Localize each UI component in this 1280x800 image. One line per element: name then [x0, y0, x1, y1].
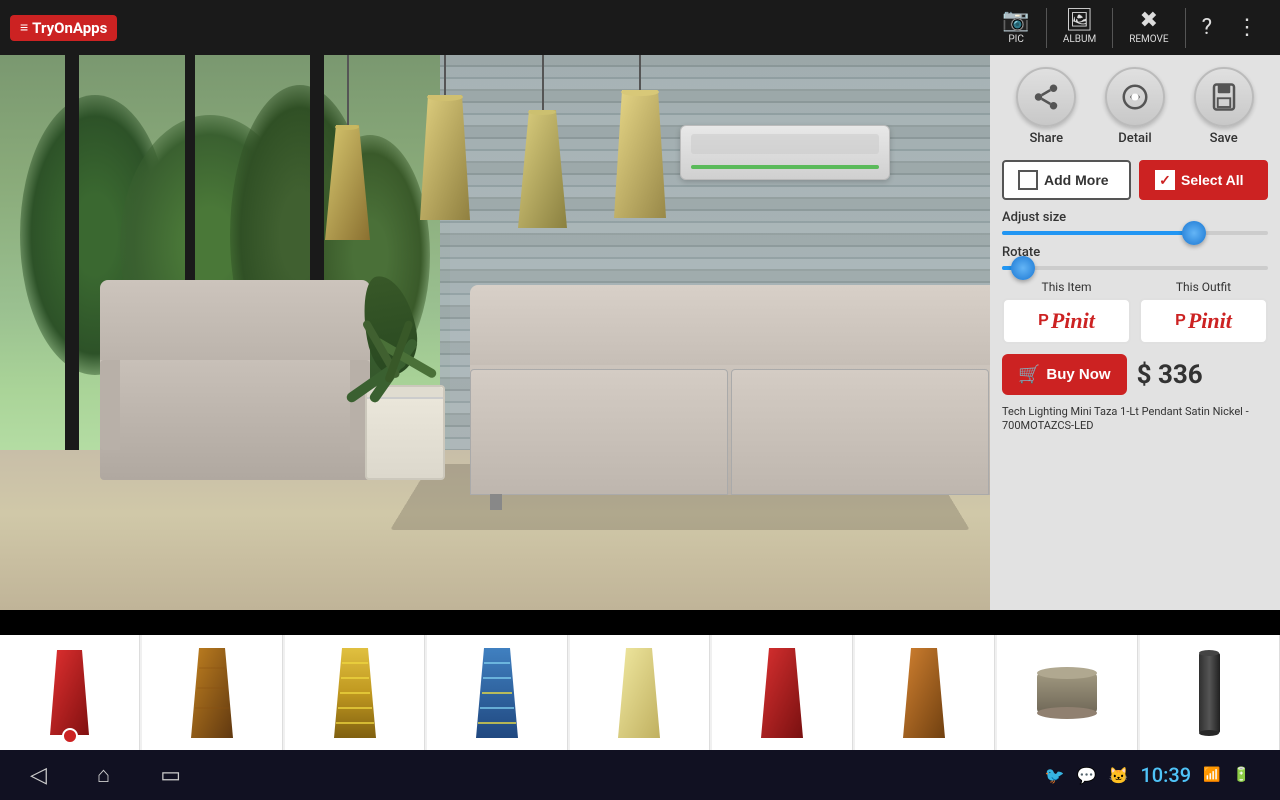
- pinit-item-button[interactable]: P Pinit: [1002, 298, 1131, 344]
- album-button[interactable]: 🖼 ALBUM: [1051, 6, 1108, 49]
- pinit-item-section: This Item P Pinit: [1002, 280, 1131, 344]
- wifi-icon: 📶: [1203, 767, 1220, 783]
- this-item-label: This Item: [1042, 280, 1092, 294]
- home-button[interactable]: ⌂: [97, 762, 110, 788]
- menu-icon: ≡: [20, 19, 28, 36]
- thumb-2[interactable]: [142, 635, 282, 750]
- thumb-1[interactable]: [0, 635, 140, 750]
- action-row: Share Detail Save: [1002, 67, 1268, 146]
- plant: [350, 385, 460, 480]
- thumb-4[interactable]: [427, 635, 567, 750]
- thumb-5[interactable]: [570, 635, 710, 750]
- select-all-label: Select All: [1181, 172, 1244, 188]
- adjust-size-fill: [1002, 231, 1194, 235]
- add-more-button[interactable]: Add More: [1002, 160, 1131, 200]
- pendant-3[interactable]: [515, 55, 570, 228]
- pinit-outfit-section: This Outfit P Pinit: [1139, 280, 1268, 344]
- thumb-9[interactable]: [1140, 635, 1280, 750]
- album-label: ALBUM: [1063, 34, 1096, 45]
- pendant-4[interactable]: [610, 55, 670, 218]
- more-icon: ⋮: [1236, 17, 1258, 39]
- help-icon: ?: [1202, 17, 1212, 39]
- adjust-size-section: Adjust size: [1002, 210, 1268, 235]
- twitter-icon: 🐦: [1045, 766, 1065, 785]
- add-more-label: Add More: [1044, 172, 1109, 188]
- thumb-7[interactable]: [855, 635, 995, 750]
- rotate-label: Rotate: [1002, 245, 1268, 260]
- chat-icon: 💬: [1077, 766, 1097, 785]
- window-frame-left: [65, 55, 79, 475]
- adjust-size-track[interactable]: [1002, 231, 1268, 235]
- album-icon: 🖼: [1066, 10, 1094, 32]
- remove-icon: ✖: [1140, 10, 1158, 32]
- side-panel: Share Detail Save Add More ✓ Select All …: [990, 55, 1280, 610]
- save-icon-circle: [1194, 67, 1254, 127]
- buy-now-button[interactable]: 🛒 Buy Now: [1002, 354, 1127, 395]
- product-name: Tech Lighting Mini Taza 1-Lt Pendant Sat…: [1002, 405, 1268, 434]
- rotate-thumb[interactable]: [1011, 256, 1035, 280]
- pic-button[interactable]: 📷 PIC: [990, 6, 1041, 49]
- save-label: Save: [1210, 131, 1238, 146]
- separator2: [1112, 8, 1113, 48]
- save-button[interactable]: Save: [1194, 67, 1254, 146]
- android-nav-bar: ◁ ⌂ ▭ 🐦 💬 🐱 10:39 📶 🔋: [0, 750, 1280, 800]
- social-icon: 🐱: [1108, 766, 1128, 785]
- rotate-section: Rotate: [1002, 245, 1268, 270]
- detail-button[interactable]: Detail: [1105, 67, 1165, 146]
- adjust-size-thumb[interactable]: [1182, 221, 1206, 245]
- help-button[interactable]: ?: [1190, 13, 1224, 43]
- thumb-3[interactable]: [285, 635, 425, 750]
- ac-unit: [680, 125, 890, 180]
- buy-row: 🛒 Buy Now $ 336: [1002, 354, 1268, 395]
- detail-icon-circle: [1105, 67, 1165, 127]
- app-logo[interactable]: ≡ TryOnApps: [10, 15, 117, 41]
- pinit-item-text: Pinit: [1051, 308, 1095, 334]
- thumbnail-bar: [0, 635, 1280, 750]
- remove-button[interactable]: ✖ REMOVE: [1117, 6, 1180, 49]
- select-all-checkbox: ✓: [1155, 170, 1175, 190]
- pinit-outfit-button[interactable]: P Pinit: [1139, 298, 1268, 344]
- back-button[interactable]: ◁: [30, 763, 47, 788]
- thumb-6[interactable]: [712, 635, 852, 750]
- clock-display: 10:39: [1140, 763, 1191, 787]
- share-icon-circle: [1016, 67, 1076, 127]
- select-all-button[interactable]: ✓ Select All: [1139, 160, 1268, 200]
- this-outfit-label: This Outfit: [1176, 280, 1231, 294]
- select-row: Add More ✓ Select All: [1002, 160, 1268, 200]
- cart-icon: 🛒: [1018, 364, 1040, 385]
- add-more-checkbox: [1018, 170, 1038, 190]
- detail-label: Detail: [1118, 131, 1151, 146]
- pinit-p2-icon: P: [1175, 312, 1186, 330]
- pinit-row: This Item P Pinit This Outfit P Pinit: [1002, 280, 1268, 344]
- pendant-1[interactable]: [320, 55, 375, 240]
- separator3: [1185, 8, 1186, 48]
- remove-label: REMOVE: [1129, 34, 1168, 45]
- app-logo-text: TryOnApps: [32, 19, 107, 37]
- sofa: [470, 285, 990, 495]
- separator: [1046, 8, 1047, 48]
- pendant-lights: [320, 55, 670, 240]
- share-button[interactable]: Share: [1016, 67, 1076, 146]
- nav-left: ◁ ⌂ ▭: [30, 762, 181, 788]
- pic-label: PIC: [1008, 34, 1024, 45]
- thumb-8[interactable]: [997, 635, 1137, 750]
- camera-icon: 📷: [1002, 10, 1029, 32]
- buy-now-label: Buy Now: [1046, 366, 1110, 383]
- top-bar: ≡ TryOnApps 📷 PIC 🖼 ALBUM ✖ REMOVE ? ⋮: [0, 0, 1280, 55]
- main-scene: [0, 55, 990, 610]
- product-price: $ 336: [1137, 360, 1203, 390]
- pinit-p-icon: P: [1038, 312, 1049, 330]
- pinit-outfit-text: Pinit: [1188, 308, 1232, 334]
- rotate-track[interactable]: [1002, 266, 1268, 270]
- share-label: Share: [1030, 131, 1064, 146]
- adjust-size-label: Adjust size: [1002, 210, 1268, 225]
- battery-icon: 🔋: [1233, 767, 1250, 783]
- pendant-2[interactable]: [415, 55, 475, 220]
- more-button[interactable]: ⋮: [1224, 13, 1270, 43]
- nav-right: 🐦 💬 🐱 10:39 📶 🔋: [1045, 763, 1250, 787]
- armchair: [100, 280, 370, 480]
- recents-button[interactable]: ▭: [160, 763, 181, 788]
